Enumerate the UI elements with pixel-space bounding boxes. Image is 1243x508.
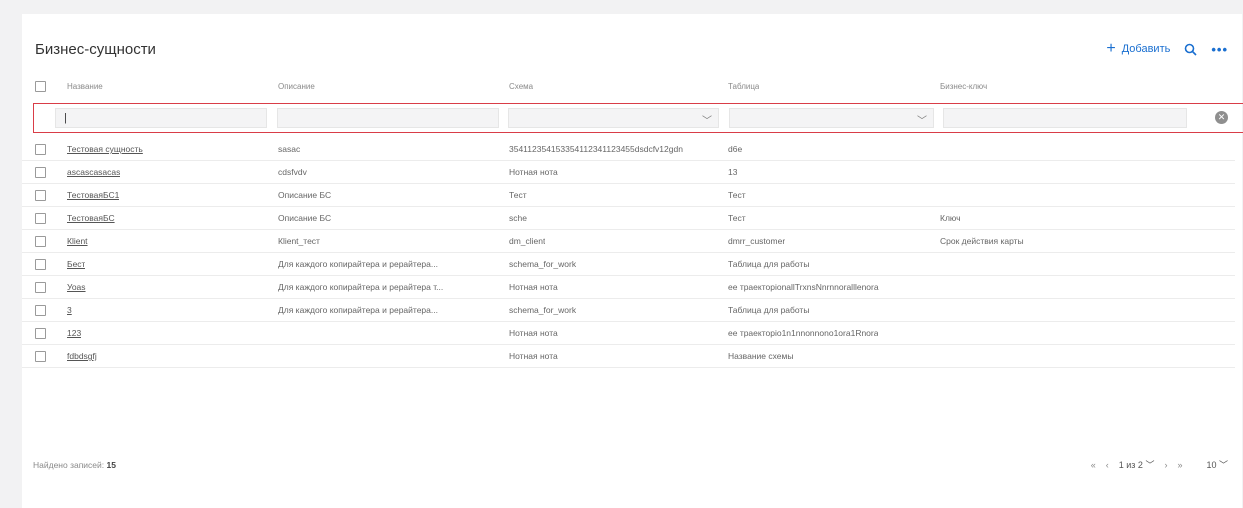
table-row[interactable]: fdbdsgfj Нотная нота Название схемы bbox=[22, 345, 1235, 368]
row-schema: Нотная нота bbox=[509, 167, 558, 177]
records-found-label: Найдено записей: bbox=[33, 460, 105, 470]
table-header: Название Описание Схема Таблица Бизнес-к… bbox=[22, 79, 1235, 97]
pagination: « ‹ 1 из 2 ﹀ › » 10 ﹀ bbox=[1091, 458, 1228, 471]
column-header-description[interactable]: Описание bbox=[278, 82, 315, 91]
row-schema: dm_client bbox=[509, 236, 546, 246]
row-description: Описание БС bbox=[278, 213, 332, 223]
row-table: d6e bbox=[728, 144, 743, 154]
name-filter-input[interactable]: | bbox=[55, 108, 267, 128]
page-select[interactable]: 1 из 2 ﹀ bbox=[1119, 458, 1155, 471]
row-checkbox[interactable] bbox=[35, 144, 46, 155]
row-name[interactable]: Кlient bbox=[67, 236, 88, 246]
add-button-label: Добавить bbox=[1121, 43, 1171, 55]
row-table: Тест bbox=[728, 190, 746, 200]
row-name[interactable]: 123 bbox=[67, 328, 81, 338]
row-table: Название схемы bbox=[728, 351, 794, 361]
row-name[interactable]: fdbdsgfj bbox=[67, 351, 97, 361]
first-page-icon[interactable]: « bbox=[1091, 460, 1096, 470]
business-key-filter-input[interactable] bbox=[943, 108, 1187, 128]
row-table: Таблица для работы bbox=[728, 305, 810, 315]
chevron-down-icon: ﹀ bbox=[702, 116, 712, 127]
row-schema: 354112354153354112341123455dsdcfv12gdn bbox=[509, 144, 683, 154]
row-schema: sсhе bbox=[509, 213, 527, 223]
table-row[interactable]: Бест Для каждого копирайтера и рерайтера.… bbox=[22, 253, 1235, 276]
column-header-name[interactable]: Название bbox=[67, 82, 103, 91]
records-found: Найдено записей: 15 bbox=[33, 460, 116, 470]
table-row[interactable]: Тестовая сущность sasac 354112354153354112… bbox=[22, 138, 1235, 161]
table-row[interactable]: ТестоваяБС1 Описание БС Тест Тест bbox=[22, 184, 1235, 207]
prev-page-icon[interactable]: ‹ bbox=[1106, 460, 1109, 470]
row-checkbox[interactable] bbox=[35, 259, 46, 270]
plus-icon: + bbox=[1106, 40, 1116, 57]
chevron-down-icon: ﹀ bbox=[917, 116, 927, 127]
row-description: Кlient_тест bbox=[278, 236, 320, 246]
row-name[interactable]: ТестоваяБС bbox=[67, 213, 115, 223]
row-name[interactable]: Бест bbox=[67, 259, 85, 269]
page-select-value: 1 из 2 bbox=[1118, 460, 1143, 470]
row-description: Для каждого копирайтера и рерайтера т... bbox=[278, 282, 444, 292]
table-row[interactable]: ТестоваяБС Описание БС sсhе Тест Ключ bbox=[22, 207, 1235, 230]
column-header-schema[interactable]: Схема bbox=[509, 82, 533, 91]
row-description: sasac bbox=[278, 144, 301, 154]
row-table: Таблица для работы bbox=[728, 259, 810, 269]
row-name[interactable]: 3 bbox=[67, 305, 72, 315]
toolbar: + Добавить ••• bbox=[1106, 41, 1228, 57]
filter-row: | ﹀ ﹀ ✕ bbox=[33, 103, 1243, 133]
table-row[interactable]: 123 Нотная нота ee траекторio1n1nnonnono1o… bbox=[22, 322, 1235, 345]
row-schema: Тест bbox=[509, 190, 527, 200]
business-entities-card: Бизнес-сущности + Добавить ••• Название … bbox=[22, 14, 1243, 508]
records-found-count: 15 bbox=[106, 460, 116, 470]
search-icon[interactable] bbox=[1184, 43, 1197, 56]
page-size-value: 10 bbox=[1206, 460, 1217, 470]
row-checkbox[interactable] bbox=[35, 190, 46, 201]
last-page-icon[interactable]: » bbox=[1177, 460, 1182, 470]
page-title: Бизнес-сущности bbox=[35, 41, 156, 58]
row-name[interactable]: Уоаs bbox=[67, 282, 86, 292]
row-business-key: Ключ bbox=[940, 213, 961, 223]
name-filter-value: | bbox=[64, 112, 67, 124]
row-schema: Нотная нота bbox=[509, 328, 558, 338]
row-description: cdsfvdv bbox=[278, 167, 307, 177]
table-filter-select[interactable]: ﹀ bbox=[729, 108, 934, 128]
row-table: dmrr_customer bbox=[728, 236, 786, 246]
table-row[interactable]: Кlient Кlient_тест dm_client dmrr_customer С… bbox=[22, 230, 1235, 253]
row-name[interactable]: ТестоваяБС1 bbox=[67, 190, 119, 200]
row-schema: schema_for_work bbox=[509, 259, 577, 269]
row-description: Описание БС bbox=[278, 190, 332, 200]
table-row[interactable]: Уоаs Для каждого копирайтера и рерайтера … bbox=[22, 276, 1235, 299]
row-checkbox[interactable] bbox=[35, 351, 46, 362]
row-checkbox[interactable] bbox=[35, 305, 46, 316]
row-business-key: Срок действия карты bbox=[940, 236, 1024, 246]
row-schema: Нотная нота bbox=[509, 282, 558, 292]
add-button[interactable]: + Добавить bbox=[1106, 41, 1170, 57]
clear-filter-icon[interactable]: ✕ bbox=[1215, 111, 1228, 124]
row-schema: schema_for_work bbox=[509, 305, 577, 315]
table-row[interactable]: 3 Для каждого копирайтера и рерайтера... s… bbox=[22, 299, 1235, 322]
row-checkbox[interactable] bbox=[35, 328, 46, 339]
row-name[interactable]: Тестовая сущность bbox=[67, 144, 143, 154]
row-checkbox[interactable] bbox=[35, 213, 46, 224]
row-checkbox[interactable] bbox=[35, 236, 46, 247]
row-table: 13 bbox=[728, 167, 738, 177]
row-description: Для каждого копирайтера и рерайтера... bbox=[278, 305, 438, 315]
row-name[interactable]: ascascasacas bbox=[67, 167, 120, 177]
row-schema: Нотная нота bbox=[509, 351, 558, 361]
select-all-checkbox[interactable] bbox=[35, 81, 46, 92]
row-checkbox[interactable] bbox=[35, 167, 46, 178]
column-header-table[interactable]: Таблица bbox=[728, 82, 759, 91]
column-header-business-key[interactable]: Бизнес-ключ bbox=[940, 82, 987, 91]
next-page-icon[interactable]: › bbox=[1164, 460, 1167, 470]
schema-filter-select[interactable]: ﹀ bbox=[508, 108, 719, 128]
row-table: Тест bbox=[728, 213, 746, 223]
more-icon[interactable]: ••• bbox=[1211, 42, 1228, 57]
row-checkbox[interactable] bbox=[35, 282, 46, 293]
row-table: ee траекторіonallTrxnsNnrnnoralllenora bbox=[728, 282, 879, 292]
page-size-select[interactable]: 10 ﹀ bbox=[1206, 458, 1228, 471]
description-filter-input[interactable] bbox=[277, 108, 499, 128]
table-row[interactable]: ascascasacas cdsfvdv Нотная нота 13 bbox=[22, 161, 1235, 184]
row-table: ee траекторio1n1nnonnono1ora1Rnora bbox=[728, 328, 879, 338]
row-description: Для каждого копирайтера и рерайтера... bbox=[278, 259, 438, 269]
